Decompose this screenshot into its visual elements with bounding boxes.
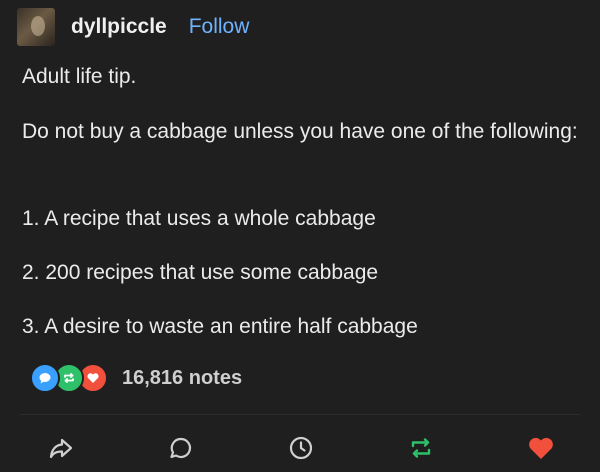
- list-item: 3. A desire to waste an entire half cabb…: [22, 315, 418, 338]
- notes-row[interactable]: 16,816 notes: [30, 363, 242, 393]
- reply-bubble-icon: [30, 363, 60, 393]
- avatar[interactable]: [17, 8, 55, 46]
- tumblr-post: dyllpiccle Follow Adult life tip. Do not…: [0, 0, 600, 472]
- notes-count[interactable]: 16,816 notes: [122, 367, 242, 390]
- divider: [20, 414, 580, 415]
- reply-icon[interactable]: [164, 431, 198, 465]
- username[interactable]: dyllpiccle: [71, 15, 167, 39]
- post-header: dyllpiccle Follow: [17, 8, 249, 46]
- list-item: 1. A recipe that uses a whole cabbage: [22, 207, 376, 230]
- clock-icon[interactable]: [284, 431, 318, 465]
- list-item: 2. 200 recipes that use some cabbage: [22, 261, 379, 284]
- follow-button[interactable]: Follow: [189, 15, 250, 39]
- like-icon[interactable]: [524, 431, 558, 465]
- notes-bubbles: [30, 363, 108, 393]
- post-actions: [0, 425, 600, 471]
- post-paragraph: Do not buy a cabbage unless you have one…: [22, 120, 578, 143]
- reblog-icon[interactable]: [404, 431, 438, 465]
- post-paragraph: Adult life tip.: [22, 65, 137, 88]
- share-icon[interactable]: [44, 431, 78, 465]
